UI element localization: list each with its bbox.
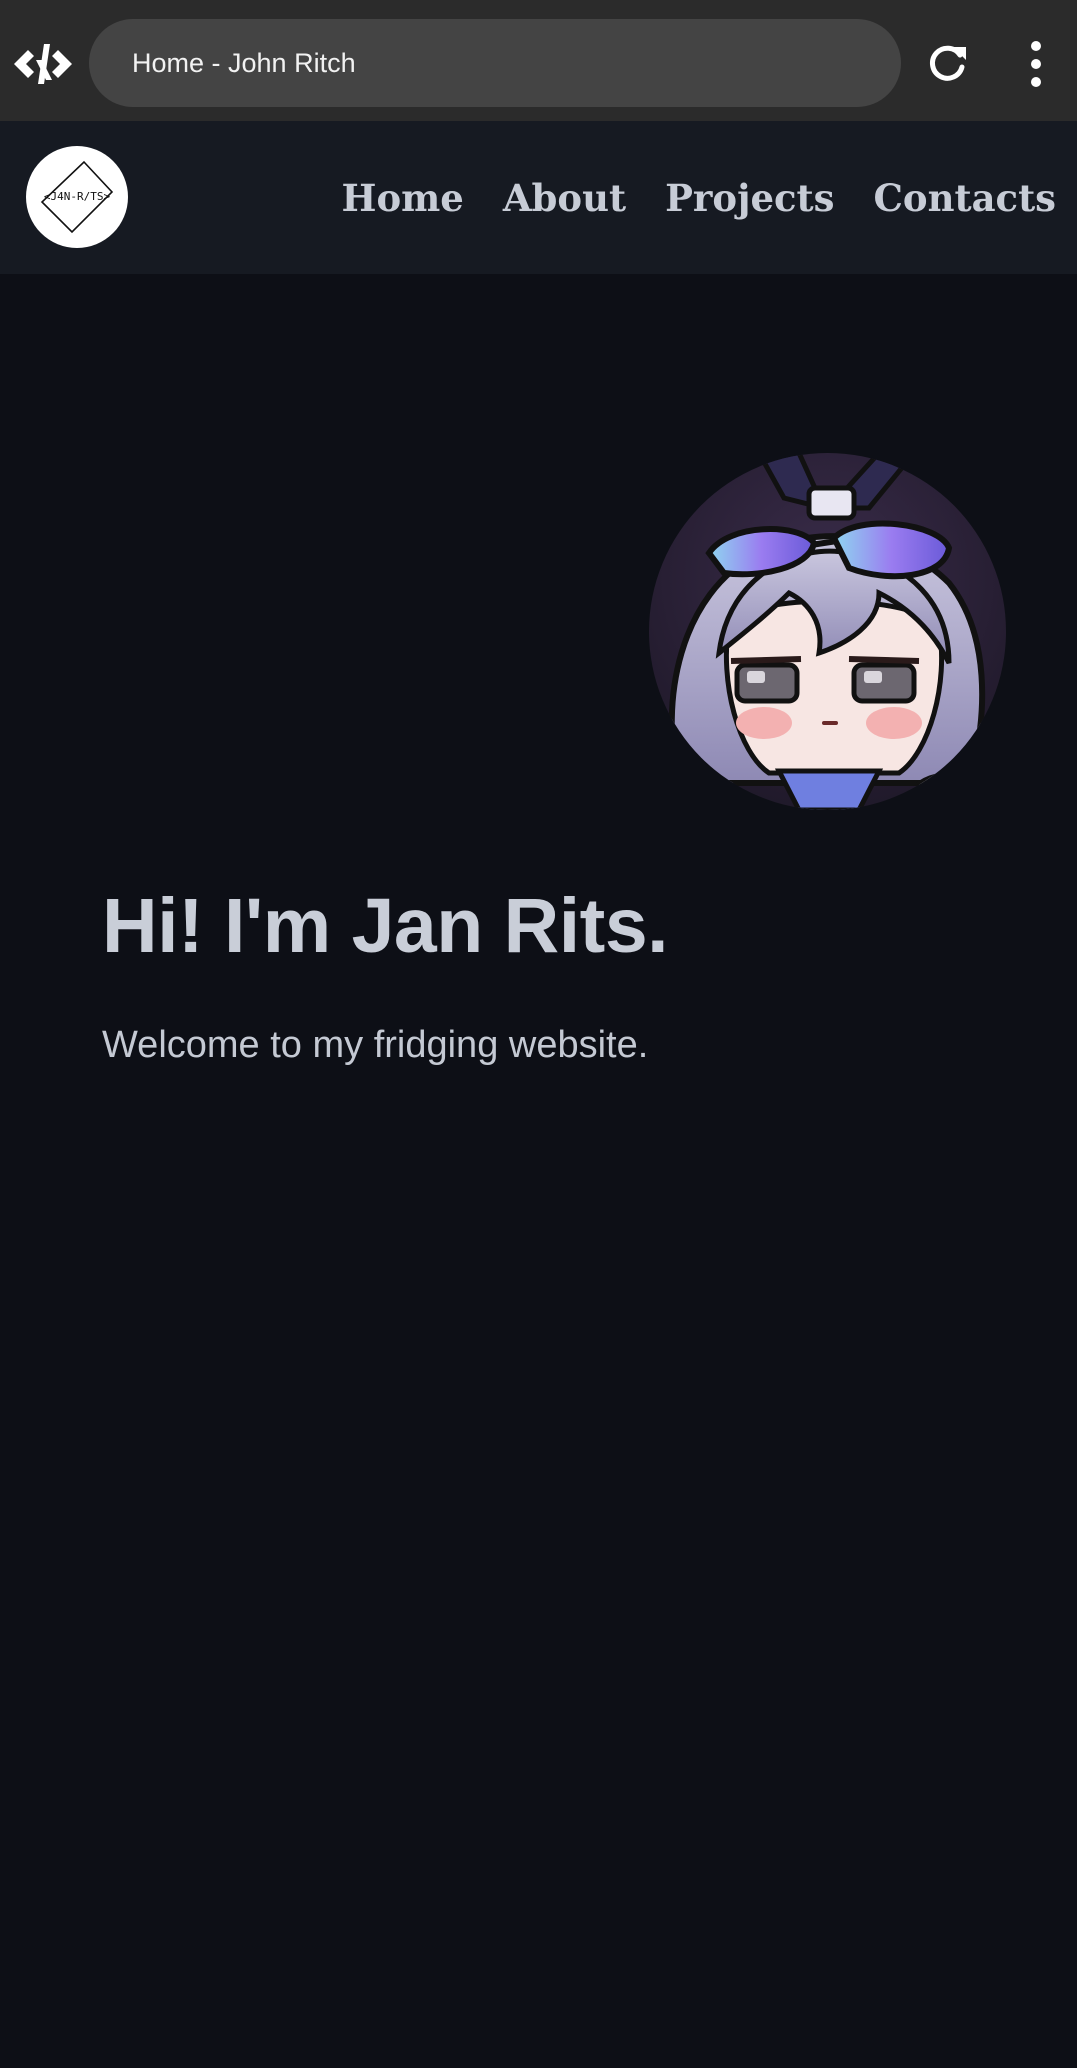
nav-home[interactable]: Home <box>342 176 464 220</box>
main-nav: Home About Projects Contacts <box>342 121 1057 274</box>
browser-toolbar: Home - John Ritch <box>0 0 1077 121</box>
tab-title: Home - John Ritch <box>132 48 356 78</box>
logo-text: <J4N-R/TS> <box>44 190 111 203</box>
address-bar[interactable]: Home - John Ritch <box>89 19 901 107</box>
hero-subtitle: Welcome to my fridging website. <box>102 1024 649 1066</box>
code-brackets-icon[interactable] <box>14 40 72 88</box>
nav-projects[interactable]: Projects <box>665 176 834 220</box>
site-header: <J4N-R/TS> Home About Projects Contacts <box>0 121 1077 274</box>
nav-about[interactable]: About <box>503 176 626 220</box>
avatar <box>649 453 1006 810</box>
kebab-menu-icon[interactable] <box>1022 40 1050 88</box>
reload-icon[interactable] <box>926 43 968 85</box>
site-logo[interactable]: <J4N-R/TS> <box>26 146 128 248</box>
hero-title: Hi! I'm Jan Rits. <box>102 883 669 969</box>
nav-contacts[interactable]: Contacts <box>873 176 1056 220</box>
